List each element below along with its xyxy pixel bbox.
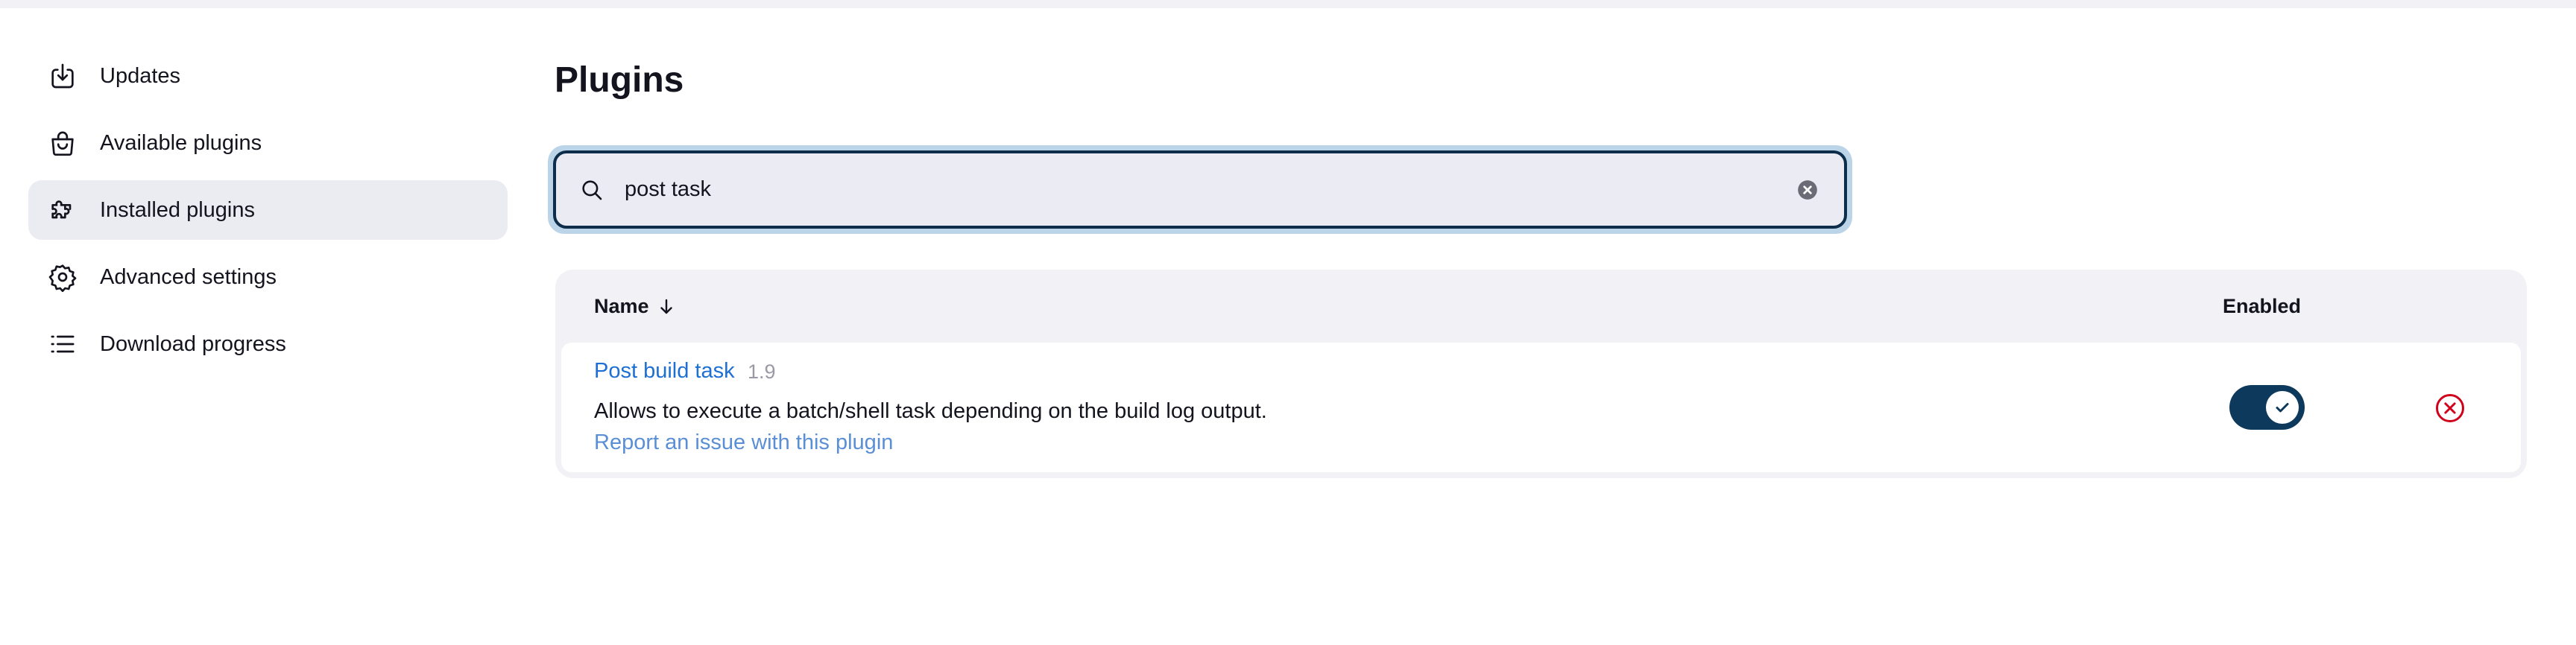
column-header-enabled: Enabled xyxy=(2223,295,2302,317)
search-box[interactable] xyxy=(553,150,1847,229)
uninstall-icon[interactable] xyxy=(2434,393,2466,424)
sidebar-item-download-progress[interactable]: Download progress xyxy=(28,314,508,374)
sidebar-item-advanced-settings[interactable]: Advanced settings xyxy=(28,247,508,307)
enabled-toggle[interactable] xyxy=(2229,385,2305,430)
plugin-name-link[interactable]: Post build task xyxy=(594,359,735,384)
toggle-knob xyxy=(2266,391,2299,424)
list-icon xyxy=(48,329,78,359)
sidebar: Updates Available plugins Installed plug… xyxy=(28,46,508,381)
search-icon xyxy=(578,177,605,203)
sidebar-item-label: Advanced settings xyxy=(100,264,277,289)
report-issue-link[interactable]: Report an issue with this plugin xyxy=(594,430,893,455)
clear-search-icon[interactable] xyxy=(1796,179,1819,201)
search-input[interactable] xyxy=(623,167,1796,212)
sidebar-item-label: Download progress xyxy=(100,331,286,356)
sidebar-item-label: Installed plugins xyxy=(100,197,255,222)
download-icon xyxy=(48,61,78,91)
gear-icon xyxy=(48,262,78,292)
sidebar-item-label: Available plugins xyxy=(100,130,262,155)
table-row: Post build task 1.9 Allows to execute a … xyxy=(561,343,2521,472)
checkmark-icon xyxy=(2276,403,2289,413)
plugins-table: Name Enabled Post build task 1.9 Allows … xyxy=(555,270,2527,478)
plugin-description: Allows to execute a batch/shell task dep… xyxy=(594,399,1267,423)
sort-arrow-down-icon xyxy=(660,299,672,314)
sidebar-item-installed-plugins[interactable]: Installed plugins xyxy=(28,180,508,240)
sidebar-item-label: Updates xyxy=(100,63,181,88)
column-header-name[interactable]: Name xyxy=(594,295,675,318)
search-focus-ring xyxy=(548,145,1852,234)
top-strip xyxy=(0,0,2576,8)
shopping-bag-icon xyxy=(48,128,78,158)
table-header: Name Enabled xyxy=(561,270,2521,343)
plugin-version: 1.9 xyxy=(748,360,776,383)
puzzle-icon xyxy=(48,195,78,225)
page-title: Plugins xyxy=(555,60,684,100)
column-header-name-label: Name xyxy=(594,295,649,317)
sidebar-item-available-plugins[interactable]: Available plugins xyxy=(28,113,508,173)
sidebar-item-updates[interactable]: Updates xyxy=(28,46,508,106)
